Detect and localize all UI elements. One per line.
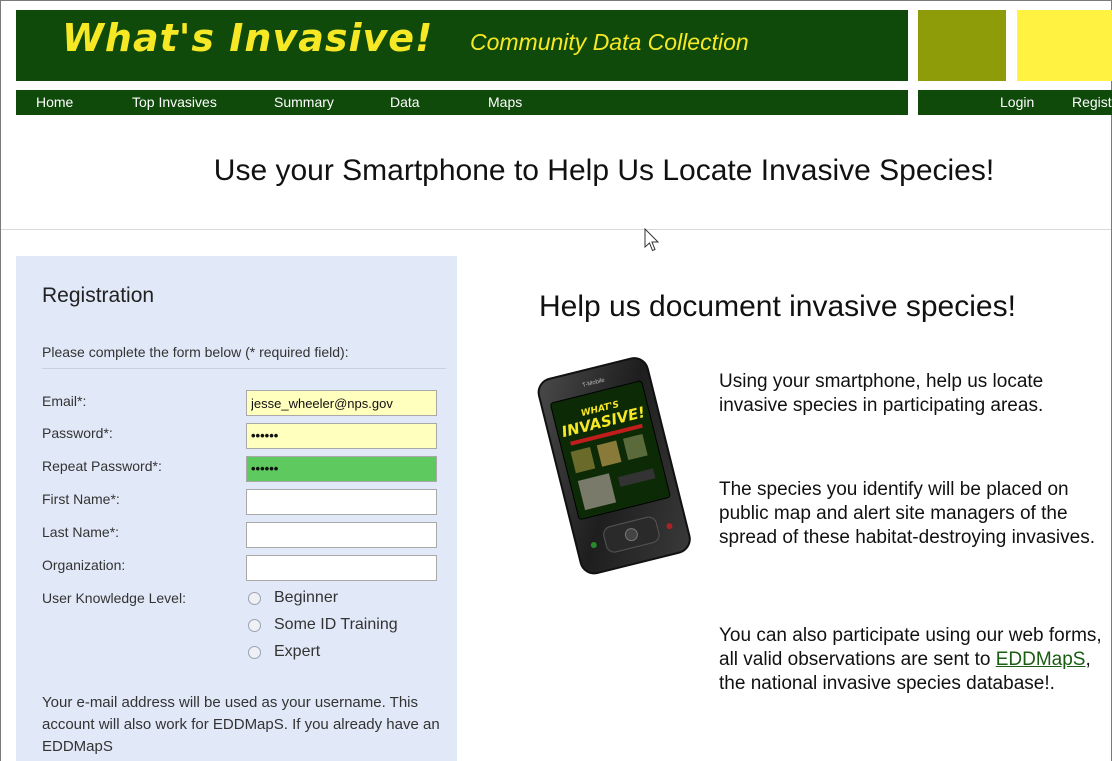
site-logo[interactable]: What's Invasive! bbox=[62, 16, 433, 60]
password-label: Password*: bbox=[42, 425, 113, 441]
registration-panel: Registration Please complete the form be… bbox=[16, 256, 457, 761]
radio-button[interactable] bbox=[248, 646, 261, 659]
main-nav: Home Top Invasives Summary Data Maps bbox=[16, 90, 908, 115]
intro-paragraph: Using your smartphone, help us locate in… bbox=[719, 371, 1044, 416]
nav-top-invasives[interactable]: Top Invasives bbox=[132, 94, 217, 110]
nav-summary[interactable]: Summary bbox=[274, 94, 334, 110]
radio-label: Some ID Training bbox=[274, 616, 398, 633]
species-paragraph: The species you identify will be placed … bbox=[719, 479, 1095, 548]
site-subtitle: Community Data Collection bbox=[470, 29, 749, 55]
radio-button[interactable] bbox=[248, 592, 261, 605]
repeat-password-field[interactable]: •••••• bbox=[246, 456, 437, 482]
mouse-cursor-icon bbox=[644, 228, 660, 252]
knowledge-level-label: User Knowledge Level: bbox=[42, 590, 186, 606]
banner-divider bbox=[1, 229, 1111, 230]
first-name-label: First Name*: bbox=[42, 491, 120, 507]
nav-maps[interactable]: Maps bbox=[488, 94, 522, 110]
first-name-field[interactable] bbox=[246, 489, 437, 515]
repeat-password-label: Repeat Password*: bbox=[42, 458, 162, 474]
organization-label: Organization: bbox=[42, 557, 126, 573]
eddmaps-link[interactable]: EDDMapS bbox=[996, 649, 1086, 670]
last-name-label: Last Name*: bbox=[42, 524, 120, 540]
radio-button[interactable] bbox=[248, 619, 261, 632]
nav-register[interactable]: Register bbox=[1072, 94, 1112, 110]
email-field[interactable] bbox=[246, 390, 437, 416]
help-title: Help us document invasive species! bbox=[539, 290, 1016, 323]
registration-title: Registration bbox=[42, 284, 155, 307]
site-header: What's Invasive! Community Data Collecti… bbox=[16, 10, 908, 81]
account-nav: Login Register bbox=[918, 90, 1112, 115]
page-banner: Use your Smartphone to Help Us Locate In… bbox=[213, 154, 995, 187]
smartphone-image: T-Mobile WHAT'S INVASIVE! bbox=[525, 354, 700, 576]
organization-field[interactable] bbox=[246, 555, 437, 581]
registration-divider bbox=[42, 368, 446, 369]
header-decoration-olive bbox=[918, 10, 1006, 81]
header-decoration-yellow bbox=[1017, 10, 1112, 81]
nav-login[interactable]: Login bbox=[1000, 94, 1034, 110]
registration-intro: Please complete the form below (* requir… bbox=[42, 344, 349, 360]
registration-note: Your e-mail address will be used as your… bbox=[42, 694, 440, 755]
email-label: Email*: bbox=[42, 393, 87, 409]
radio-label: Expert bbox=[274, 643, 321, 660]
nav-home[interactable]: Home bbox=[36, 94, 73, 110]
radio-label: Beginner bbox=[274, 589, 339, 606]
webforms-paragraph: You can also participate using our web f… bbox=[719, 624, 1104, 696]
nav-data[interactable]: Data bbox=[390, 94, 420, 110]
password-field[interactable]: •••••• bbox=[246, 423, 437, 449]
last-name-field[interactable] bbox=[246, 522, 437, 548]
